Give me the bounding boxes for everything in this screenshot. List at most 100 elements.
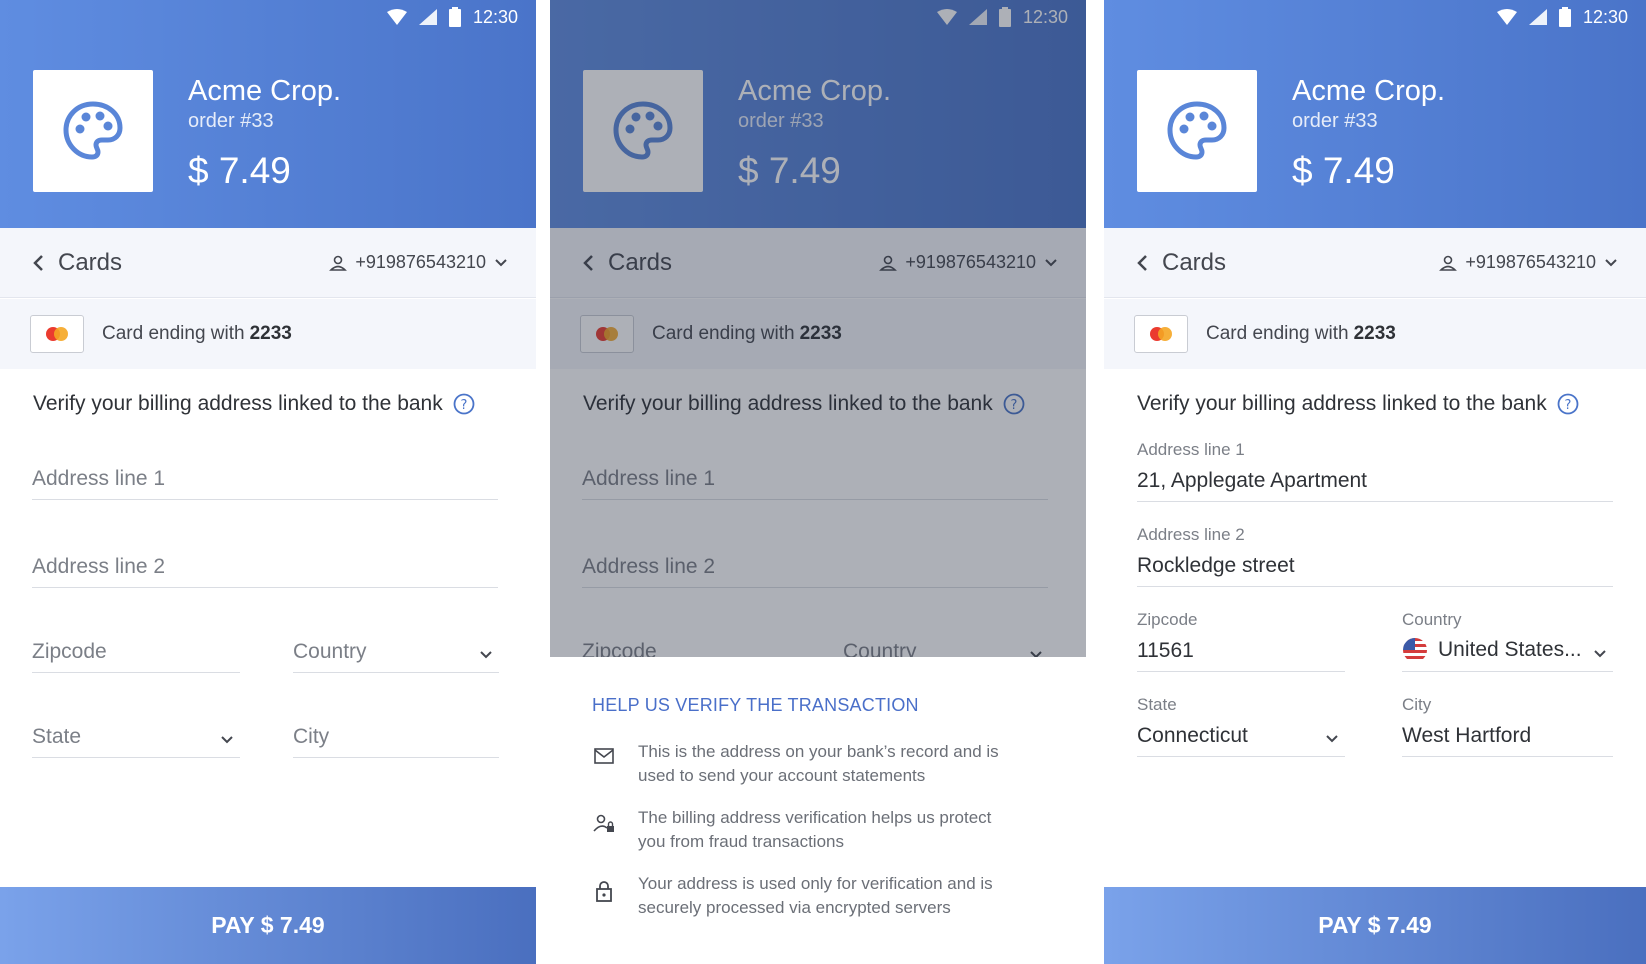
help-bottom-sheet: HELP US VERIFY THE TRANSACTION This is t… (550, 657, 1086, 964)
mastercard-icon (30, 315, 84, 353)
verify-text: Verify your billing address linked to th… (33, 392, 443, 415)
account-phone: +919876543210 (1465, 252, 1596, 272)
help-item: This is the address on your bank’s recor… (592, 740, 1044, 788)
svg-text:?: ? (460, 398, 467, 413)
country-label: Country (1402, 610, 1462, 629)
selected-card[interactable]: Card ending with 2233 (0, 299, 536, 369)
modal-backdrop[interactable] (550, 0, 1086, 657)
battery-icon (448, 7, 461, 27)
state-select[interactable]: State Connecticut (1137, 695, 1345, 757)
state-select[interactable]: State (32, 705, 240, 758)
chevron-down-icon (1326, 735, 1338, 743)
selected-card[interactable]: Card ending with 2233 (1104, 299, 1646, 369)
signal-icon (1528, 9, 1547, 25)
card-prefix: Card ending with (102, 323, 245, 344)
back-label: Cards (1162, 248, 1227, 276)
battery-icon (1558, 7, 1571, 27)
user-icon (1439, 255, 1458, 271)
account-selector[interactable]: +919876543210 (1439, 252, 1618, 273)
merchant-name: Acme Crop. (1292, 75, 1446, 107)
country-value: United States... (1438, 638, 1582, 661)
user-icon (329, 255, 348, 271)
back-label: Cards (58, 248, 123, 276)
chevron-down-icon (480, 651, 492, 659)
card-prefix: Card ending with (1206, 323, 1349, 344)
zipcode-value: 11561 (1137, 639, 1194, 662)
chevron-down-icon (1605, 258, 1617, 266)
palette-icon (1167, 101, 1227, 160)
chevron-left-icon (33, 254, 43, 271)
zipcode-placeholder: Zipcode (32, 640, 107, 663)
help-item: Your address is used only for verificati… (592, 872, 1044, 920)
order-number: order #33 (188, 110, 274, 132)
pay-button[interactable]: PAY $ 7.49 (0, 887, 536, 964)
merchant-logo (33, 70, 153, 192)
screen-filled-form: 12:30 Acme Crop. order #33 $ 7.49 Cards … (1104, 0, 1646, 964)
merchant-logo (1137, 70, 1257, 192)
help-circle-icon[interactable]: ? (453, 393, 475, 415)
chevron-left-icon (1137, 254, 1147, 271)
address1-field[interactable]: Address line 1 21, Applegate Apartment (1137, 440, 1613, 502)
status-bar: 12:30 (0, 0, 536, 34)
account-phone: +919876543210 (355, 252, 486, 272)
help-circle-icon[interactable]: ? (1557, 393, 1579, 415)
address2-placeholder: Address line 2 (32, 555, 166, 578)
country-select[interactable]: Country United States... (1402, 610, 1613, 672)
address2-label: Address line 2 (1137, 525, 1245, 544)
help-item-text: The billing address verification helps u… (638, 808, 992, 851)
state-label: State (1137, 695, 1177, 714)
merchant-name: Acme Crop. (188, 75, 342, 107)
status-time: 12:30 (1582, 6, 1628, 27)
address2-field[interactable]: Address line 2 (32, 536, 498, 588)
state-placeholder: State (32, 725, 82, 748)
svg-text:?: ? (1564, 398, 1571, 413)
user-lock-icon (593, 814, 614, 832)
help-item: The billing address verification helps u… (592, 806, 1044, 854)
account-selector[interactable]: +919876543210 (329, 252, 508, 273)
chevron-down-icon (221, 736, 233, 744)
cards-bar: Cards +919876543210 (0, 228, 536, 298)
screen-empty-form: 12:30 Acme Crop. order #33 $ 7.49 Cards … (0, 0, 536, 964)
cards-bar: Cards +919876543210 (1104, 228, 1646, 298)
help-sheet-title: HELP US VERIFY THE TRANSACTION (592, 695, 919, 715)
merchant-header: 12:30 Acme Crop. order #33 $ 7.49 (0, 0, 536, 228)
address1-value: 21, Applegate Apartment (1137, 469, 1368, 492)
status-bar: 12:30 (1104, 0, 1646, 34)
country-placeholder: Country (293, 640, 367, 663)
address1-label: Address line 1 (1137, 440, 1245, 459)
zipcode-field[interactable]: Zipcode (32, 620, 240, 673)
help-item-text: This is the address on your bank’s recor… (638, 742, 999, 785)
address2-field[interactable]: Address line 2 Rockledge street (1137, 525, 1613, 587)
screen-help-sheet: 12:30 Acme Crop. order #33 $ 7.49 Cards … (550, 0, 1086, 964)
card-last4: 2233 (249, 323, 292, 344)
us-flag-icon (1403, 638, 1427, 662)
state-value: Connecticut (1137, 724, 1248, 747)
verify-text: Verify your billing address linked to th… (1137, 392, 1547, 415)
signal-icon (418, 9, 437, 25)
city-field[interactable]: City West Hartford (1402, 695, 1613, 757)
chevron-down-icon (1594, 650, 1606, 658)
verify-heading: Verify your billing address linked to th… (1137, 392, 1579, 416)
order-number: order #33 (1292, 110, 1378, 132)
back-to-cards-button[interactable]: Cards (32, 249, 122, 277)
back-to-cards-button[interactable]: Cards (1136, 249, 1226, 277)
wifi-icon (1496, 9, 1517, 25)
wifi-icon (386, 9, 407, 25)
order-amount: $ 7.49 (1292, 150, 1395, 191)
palette-icon (63, 101, 123, 160)
city-field[interactable]: City (293, 705, 499, 758)
city-placeholder: City (293, 725, 330, 748)
address1-field[interactable]: Address line 1 (32, 452, 498, 500)
merchant-info: Acme Crop. order #33 $ 7.49 (188, 73, 341, 191)
zipcode-field[interactable]: Zipcode 11561 (1137, 610, 1345, 672)
city-label: City (1402, 695, 1432, 714)
status-time: 12:30 (472, 6, 518, 27)
address1-placeholder: Address line 1 (32, 467, 166, 490)
chevron-down-icon (495, 258, 507, 266)
lock-icon (596, 881, 612, 902)
pay-button[interactable]: PAY $ 7.49 (1104, 887, 1646, 964)
card-last4: 2233 (1353, 323, 1396, 344)
mail-icon (594, 748, 614, 764)
help-item-text: Your address is used only for verificati… (638, 874, 993, 917)
country-select[interactable]: Country (293, 620, 499, 673)
